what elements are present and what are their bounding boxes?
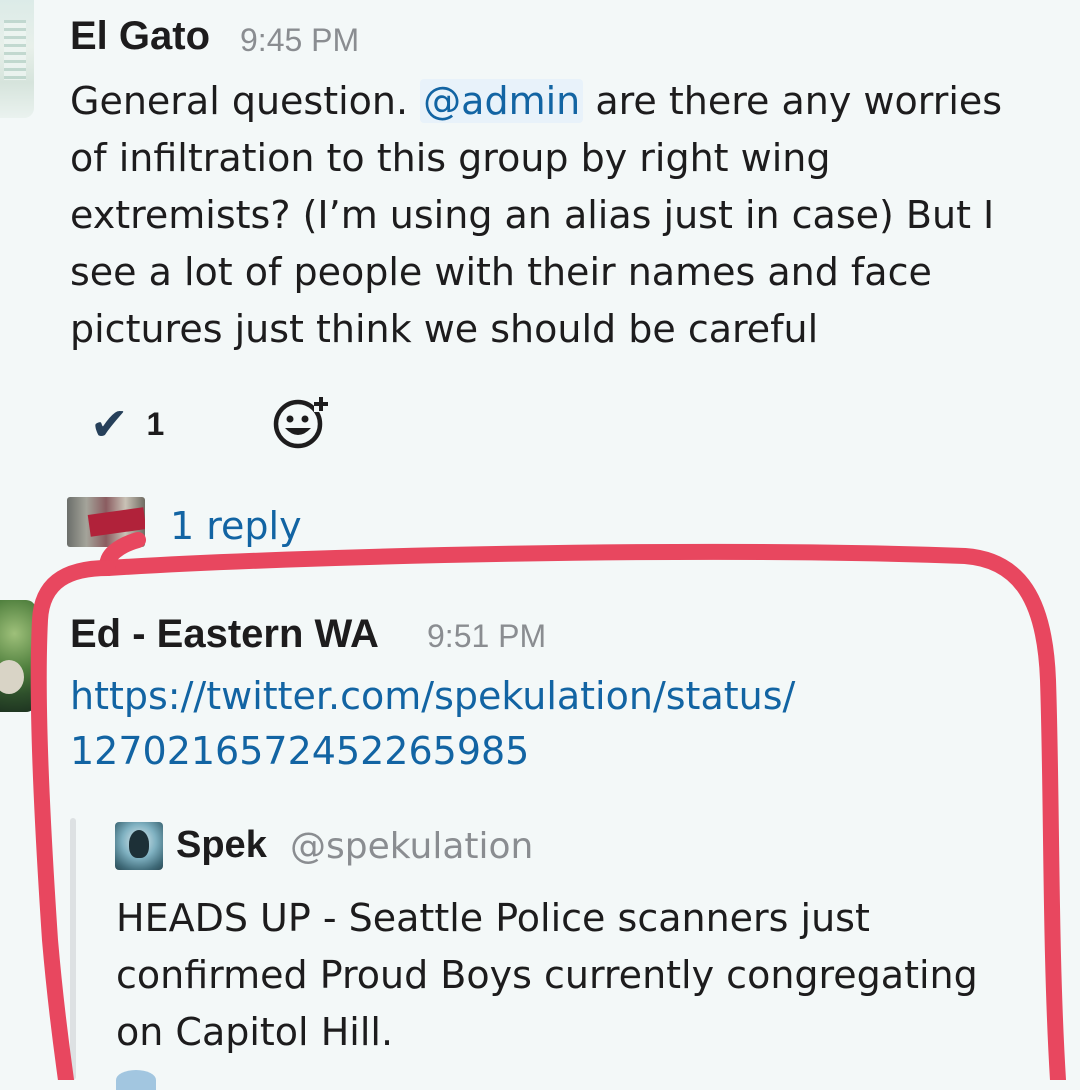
attachment-border: [70, 818, 76, 1080]
message-text: General question.: [70, 79, 421, 123]
message-body: General question. @admin are there any w…: [70, 73, 1002, 358]
thread-participant-avatar[interactable]: [67, 497, 145, 547]
message-line: pictures just think we should be careful: [70, 307, 819, 351]
user-avatar[interactable]: [0, 0, 34, 118]
checkmark-icon: ✔: [90, 397, 129, 451]
message-timestamp[interactable]: 9:51 PM: [427, 618, 546, 655]
cropped-footer-icon: [116, 1070, 156, 1090]
message-line: of infiltration to this group by right w…: [70, 136, 831, 180]
attachment-text: HEADS UP - Seattle Police scanners just …: [116, 890, 978, 1061]
attachment-line: HEADS UP - Seattle Police scanners just: [116, 896, 870, 940]
add-reaction-icon[interactable]: [272, 394, 332, 450]
attachment-author-name[interactable]: Spek: [176, 824, 267, 867]
link-line[interactable]: https://twitter.com/spekulation/status/: [70, 669, 795, 724]
attachment-author-avatar: [115, 822, 163, 870]
avatar-image-detail: [87, 507, 145, 537]
message-sender-name[interactable]: El Gato: [70, 14, 210, 59]
link-line[interactable]: 1270216572452265985: [70, 724, 795, 779]
attachment-author-handle[interactable]: @spekulation: [290, 826, 533, 867]
message-timestamp[interactable]: 9:45 PM: [240, 22, 359, 59]
message-link[interactable]: https://twitter.com/spekulation/status/ …: [70, 669, 795, 779]
message-text: are there any worries: [583, 79, 1003, 123]
message-line: General question. @admin are there any w…: [70, 73, 1002, 130]
message-sender-name[interactable]: Ed - Eastern WA: [70, 612, 379, 657]
user-avatar[interactable]: [0, 600, 36, 712]
message-line: see a lot of people with their names and…: [70, 250, 932, 294]
attachment-line: on Capitol Hill.: [116, 1010, 394, 1054]
message-line: extremists? (I’m using an alias just in …: [70, 193, 995, 237]
reaction-count: 1: [146, 405, 165, 442]
mention-admin[interactable]: @admin: [420, 79, 584, 123]
attachment-line: confirmed Proud Boys currently congregat…: [116, 953, 978, 997]
thread-reply-link[interactable]: 1 reply: [170, 504, 302, 548]
reaction-pill[interactable]: ✔ 1: [90, 396, 164, 452]
